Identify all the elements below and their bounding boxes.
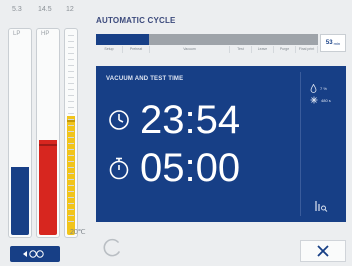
timer-value: 53: [325, 40, 333, 46]
gauge-values: 5.3 14.5 12: [0, 6, 90, 18]
hp-gauge: HP: [36, 28, 60, 238]
progress-step: Setup: [96, 46, 123, 53]
hp-fill: [39, 140, 57, 235]
swap-view-button[interactable]: [10, 246, 60, 262]
progress-step: Test: [230, 46, 252, 53]
page-title: AUTOMATIC CYCLE: [96, 16, 176, 25]
progress-step: Preheat: [123, 46, 150, 53]
temperature-unit: 20℃: [70, 229, 86, 236]
phase-title: VACUUM AND TEST TIME: [106, 76, 184, 82]
drop-icon: [310, 84, 317, 93]
fan-icon: [310, 96, 318, 104]
hp-value: 14.5: [38, 6, 52, 13]
elapsed-time-row: 23:54: [108, 98, 240, 142]
lp-gauge: LP: [8, 28, 32, 238]
stopwatch-icon: [109, 157, 129, 180]
progress-step: Final print: [296, 46, 318, 53]
swap-arrows-icon: [22, 249, 48, 259]
progress-steps: Setup Preheat Vacuum Test Leave Purge Final pr…: [96, 46, 318, 53]
lp-fill: [11, 167, 29, 235]
remaining-time-row: 05:00: [108, 146, 240, 190]
progress-bar: [96, 34, 318, 45]
fan-info: 480 s: [310, 96, 331, 104]
cycle-screen: 5.3 14.5 12 LP HP 20℃ AUTOMATIC CYCLE Se…: [0, 0, 352, 266]
progress-step: Leave: [252, 46, 274, 53]
cycle-timer: 53 min: [320, 34, 346, 52]
humidity-value: 7 %: [320, 86, 327, 91]
remaining-time: 05:00: [140, 146, 241, 190]
humidity-info: 7 %: [310, 84, 327, 93]
panel-divider: [300, 72, 301, 216]
temperature-ticks: [68, 30, 74, 225]
cycle-progress: Setup Preheat Vacuum Test Leave Purge Final pr…: [96, 34, 346, 58]
hp-level-mark: [39, 144, 57, 146]
progress-fill: [96, 34, 149, 45]
progress-step: Purge: [274, 46, 296, 53]
close-button[interactable]: [300, 240, 346, 262]
lp-label: LP: [13, 31, 21, 37]
lp-value: 5.3: [12, 6, 22, 13]
close-icon: [317, 245, 329, 257]
hp-label: HP: [41, 31, 50, 37]
chart-bars-icon[interactable]: [314, 200, 328, 212]
timer-unit: min: [333, 40, 341, 46]
phase-panel: VACUUM AND TEST TIME 7 % 480 s 23:54 05:…: [96, 66, 346, 222]
clock-icon: [109, 110, 129, 130]
progress-step: Vacuum: [150, 46, 230, 53]
elapsed-time: 23:54: [140, 98, 241, 142]
fan-value: 480 s: [321, 97, 331, 103]
loading-spinner-icon: [103, 238, 120, 257]
temp-value: 12: [66, 6, 74, 13]
